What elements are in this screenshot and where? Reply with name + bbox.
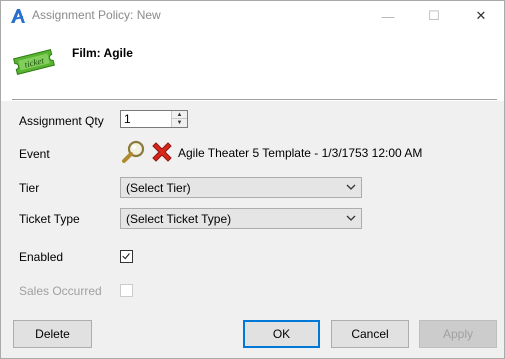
qty-spin-buttons[interactable]: ▲ ▼ — [171, 111, 187, 127]
apply-button: Apply — [419, 320, 497, 348]
minimize-button[interactable]: — — [365, 1, 411, 31]
maximize-icon: ☐ — [428, 8, 440, 23]
assignment-qty-stepper[interactable]: ▲ ▼ — [120, 110, 188, 128]
enabled-checkbox[interactable] — [120, 250, 133, 263]
film-label: Film: Agile — [72, 46, 133, 60]
delete-button[interactable]: Delete — [13, 320, 92, 348]
tier-selected-value: (Select Tier) — [126, 181, 191, 195]
sales-occurred-checkbox — [120, 284, 133, 297]
header-area: ticket Film: Agile — [1, 31, 504, 101]
close-button[interactable]: ✕ — [458, 1, 504, 31]
assignment-qty-label: Assignment Qty — [19, 114, 104, 128]
tier-label: Tier — [19, 181, 40, 195]
chevron-down-icon — [346, 184, 356, 190]
event-value: Agile Theater 5 Template - 1/3/1753 12:0… — [178, 146, 423, 160]
close-icon: ✕ — [475, 8, 487, 23]
spin-down-icon[interactable]: ▼ — [172, 119, 187, 127]
chevron-down-icon — [346, 215, 356, 221]
maximize-button[interactable]: ☐ — [411, 1, 457, 31]
magnifier-search-icon[interactable] — [121, 139, 147, 165]
header-separator — [12, 99, 497, 101]
ticket-type-selected-value: (Select Ticket Type) — [126, 212, 232, 226]
app-logo-icon — [11, 9, 25, 23]
assignment-qty-input[interactable] — [124, 112, 168, 126]
ticket-type-label: Ticket Type — [19, 212, 80, 226]
window-title: Assignment Policy: New — [32, 8, 161, 22]
tier-select[interactable]: (Select Tier) — [120, 177, 362, 198]
ticket-icon: ticket — [13, 49, 55, 75]
spin-up-icon[interactable]: ▲ — [172, 111, 187, 119]
minimize-icon: — — [381, 8, 395, 24]
event-label: Event — [19, 147, 50, 161]
title-bar[interactable]: Assignment Policy: New — ☐ ✕ — [1, 1, 504, 31]
dialog-window: Assignment Policy: New — ☐ ✕ ticket Film… — [0, 0, 505, 359]
ok-button[interactable]: OK — [243, 320, 320, 348]
enabled-label: Enabled — [19, 250, 64, 264]
clear-delete-icon[interactable] — [149, 139, 175, 165]
sales-occurred-label: Sales Occurred — [19, 284, 102, 298]
checkmark-icon — [122, 253, 130, 260]
ticket-type-select[interactable]: (Select Ticket Type) — [120, 208, 362, 229]
cancel-button[interactable]: Cancel — [331, 320, 409, 348]
